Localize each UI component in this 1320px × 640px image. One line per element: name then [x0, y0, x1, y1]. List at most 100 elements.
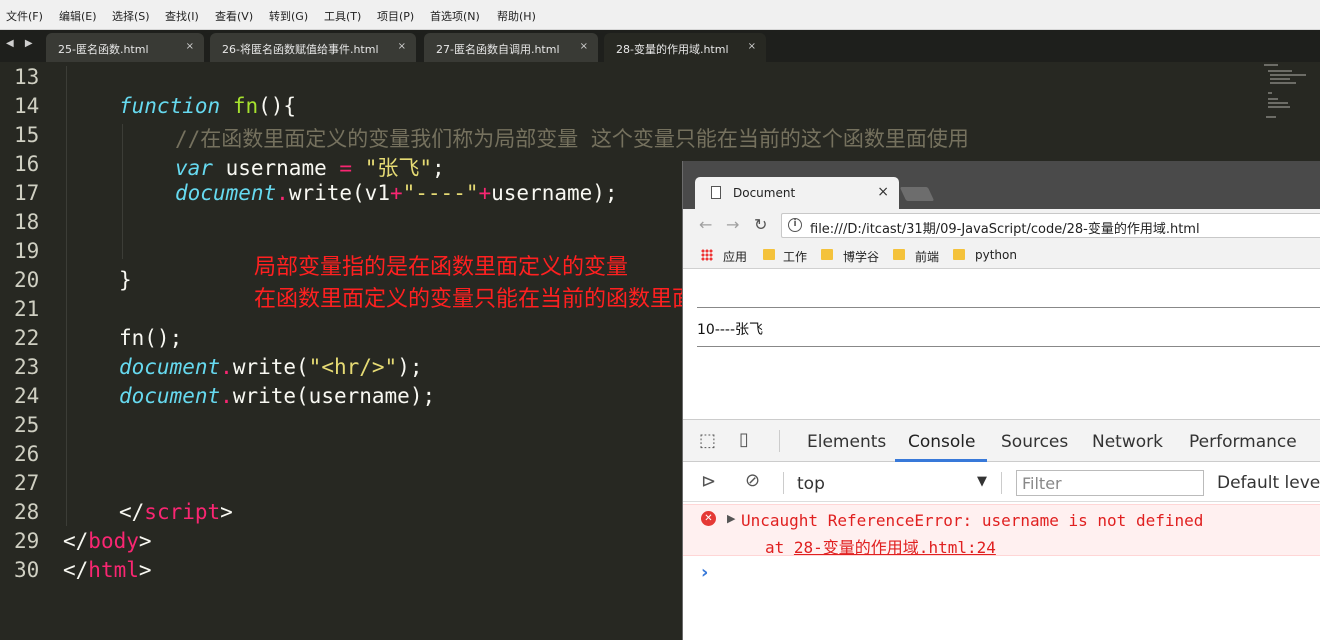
- bookmark-frontend[interactable]: 前端: [915, 248, 939, 265]
- bookmark-work[interactable]: 工作: [783, 248, 807, 265]
- log-levels-dropdown[interactable]: Default levels: [1217, 473, 1320, 493]
- folder-icon: [763, 249, 775, 260]
- close-icon[interactable]: ×: [877, 184, 889, 200]
- menu-find[interactable]: 查找(I): [165, 8, 199, 24]
- minimap-line: [1268, 92, 1272, 94]
- device-toolbar-icon[interactable]: ▯: [739, 429, 749, 450]
- minimap-line: [1270, 74, 1306, 76]
- devtools-tab-network[interactable]: Network: [1092, 432, 1163, 452]
- sidebar-toggle-icon[interactable]: ⊳: [701, 471, 716, 492]
- bookmark-apps[interactable]: 应用: [723, 248, 747, 265]
- code-token: ;: [431, 156, 445, 180]
- line-number: 14: [14, 94, 40, 118]
- line-number: 28: [14, 500, 40, 524]
- code-token: .: [220, 355, 233, 379]
- close-icon[interactable]: ×: [748, 41, 756, 52]
- code-line-20[interactable]: }: [119, 268, 132, 292]
- line-number-gutter: 13 14 15 16 17 18 19 20 21 22 23 24 25 2…: [0, 62, 48, 640]
- code-token: </: [63, 558, 89, 582]
- line-number: 26: [14, 442, 40, 466]
- folder-icon: [893, 249, 905, 260]
- error-stack: at 28-变量的作用域.html:24: [765, 534, 996, 558]
- code-token: write(v1: [288, 181, 390, 205]
- editor-tab-label: 25-匿名函数.html: [58, 43, 149, 56]
- error-source-link[interactable]: 28-变量的作用域.html:24: [794, 538, 996, 557]
- menu-selection[interactable]: 选择(S): [112, 8, 150, 24]
- menu-preferences[interactable]: 首选项(N): [430, 8, 480, 24]
- minimap-line: [1268, 102, 1288, 104]
- code-token: function: [119, 94, 221, 118]
- code-line-23[interactable]: document.write("<hr/>");: [119, 355, 422, 379]
- code-line-14[interactable]: function fn(){: [119, 94, 296, 118]
- close-icon[interactable]: ×: [398, 41, 406, 52]
- clear-console-icon[interactable]: ⊘: [745, 470, 760, 491]
- minimap[interactable]: [1262, 62, 1312, 122]
- line-number: 19: [14, 239, 40, 263]
- bookmark-python[interactable]: python: [975, 248, 1017, 262]
- console-filter-input[interactable]: Filter: [1016, 470, 1204, 496]
- console-error-row[interactable]: ✕ ▶ Uncaught ReferenceError: username is…: [683, 504, 1320, 558]
- bookmark-boxuegu[interactable]: 博学谷: [843, 248, 879, 265]
- page-viewport: 10----张飞: [683, 269, 1320, 419]
- code-line-16[interactable]: var username = "张飞";: [175, 152, 445, 182]
- code-token: script: [144, 500, 221, 524]
- tab-nav-arrows-icon[interactable]: ◀ ▶: [6, 38, 37, 49]
- code-line-17[interactable]: document.write(v1+"----"+username);: [175, 181, 618, 205]
- devtools-tab-console[interactable]: Console: [908, 432, 976, 452]
- code-token: );: [397, 355, 423, 379]
- line-number: 17: [14, 181, 40, 205]
- dropdown-arrow-icon[interactable]: ▼: [977, 474, 987, 489]
- code-token: "<hr/>": [308, 355, 398, 379]
- apps-grid-icon[interactable]: [701, 249, 713, 261]
- expand-arrow-icon[interactable]: ▶: [727, 512, 735, 525]
- editor-tab-label: 26-将匿名函数赋值给事件.html: [222, 43, 379, 56]
- menu-file[interactable]: 文件(F): [6, 8, 43, 24]
- menu-project[interactable]: 项目(P): [377, 8, 414, 24]
- reload-icon[interactable]: ↻: [754, 215, 767, 234]
- editor-tab-label: 27-匿名函数自调用.html: [436, 43, 560, 56]
- menu-edit[interactable]: 编辑(E): [59, 8, 97, 24]
- editor-tab-27[interactable]: 27-匿名函数自调用.html ×: [424, 33, 598, 62]
- menu-goto[interactable]: 转到(G): [269, 8, 308, 24]
- editor-tab-26[interactable]: 26-将匿名函数赋值给事件.html ×: [210, 33, 416, 62]
- editor-tab-label: 28-变量的作用域.html: [616, 43, 729, 56]
- error-message: Uncaught ReferenceError: username is not…: [741, 511, 1204, 530]
- context-selector[interactable]: top: [797, 474, 825, 494]
- code-token: (){: [258, 94, 297, 118]
- code-line-24[interactable]: document.write(username);: [119, 384, 435, 408]
- menu-tools[interactable]: 工具(T): [324, 8, 361, 24]
- console-prompt-icon[interactable]: ›: [701, 562, 708, 583]
- editor-tab-28[interactable]: 28-变量的作用域.html ×: [604, 33, 766, 62]
- code-line-15[interactable]: //在函数里面定义的变量我们称为局部变量 这个变量只能在当前的这个函数里面使用: [175, 123, 969, 153]
- divider: [783, 472, 784, 494]
- code-line-28[interactable]: </script>: [119, 500, 233, 524]
- browser-toolbar: ← → ↻ i file:///D:/itcast/31期/09-JavaScr…: [683, 209, 1320, 241]
- divider: [1001, 472, 1002, 494]
- inspect-element-icon[interactable]: ⬚: [699, 430, 716, 451]
- code-token: +: [478, 181, 492, 205]
- minimap-line: [1268, 98, 1278, 100]
- devtools-tab-sources[interactable]: Sources: [1001, 432, 1068, 452]
- editor-tab-25[interactable]: 25-匿名函数.html ×: [46, 33, 204, 62]
- new-tab-button[interactable]: [899, 187, 935, 201]
- line-number: 18: [14, 210, 40, 234]
- back-arrow-icon[interactable]: ←: [699, 215, 712, 234]
- code-token: </: [63, 529, 89, 553]
- menu-view[interactable]: 查看(V): [215, 8, 253, 24]
- browser-tab-document[interactable]: Document ×: [695, 177, 899, 209]
- code-token: +: [389, 181, 403, 205]
- code-line-30[interactable]: </html>: [63, 558, 152, 582]
- devtools-tab-performance[interactable]: Performance: [1189, 432, 1297, 452]
- folder-icon: [821, 249, 833, 260]
- close-icon[interactable]: ×: [580, 41, 588, 52]
- code-line-29[interactable]: </body>: [63, 529, 152, 553]
- code-token: .: [220, 384, 233, 408]
- url-text[interactable]: file:///D:/itcast/31期/09-JavaScript/code…: [810, 218, 1200, 237]
- forward-arrow-icon[interactable]: →: [726, 215, 739, 234]
- address-bar[interactable]: i file:///D:/itcast/31期/09-JavaScript/co…: [781, 213, 1320, 238]
- info-icon[interactable]: i: [788, 218, 802, 232]
- close-icon[interactable]: ×: [186, 41, 194, 52]
- code-line-22[interactable]: fn();: [119, 326, 182, 350]
- devtools-tab-elements[interactable]: Elements: [807, 432, 886, 452]
- menu-help[interactable]: 帮助(H): [497, 8, 536, 24]
